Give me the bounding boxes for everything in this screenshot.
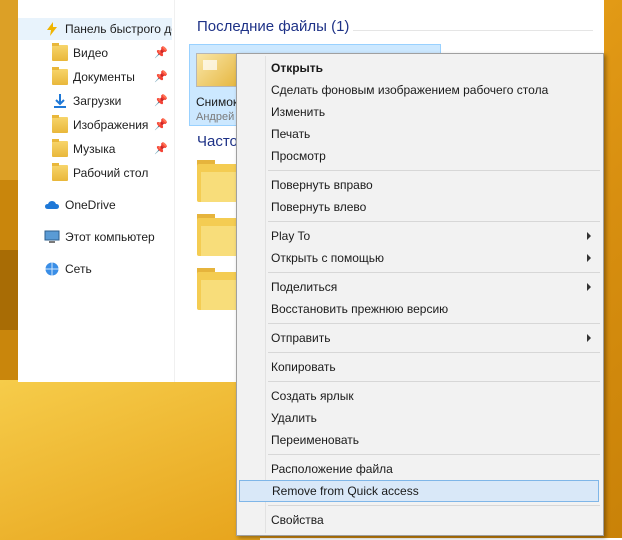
menu-item-edit[interactable]: Изменить	[237, 101, 603, 123]
menu-separator	[268, 505, 600, 506]
video-folder-icon	[52, 43, 68, 61]
nav-item-documents[interactable]: Документы 📌	[52, 66, 172, 88]
recent-files-header[interactable]: Последние файлы (1)	[197, 18, 349, 35]
menu-separator	[268, 352, 600, 353]
recent-file-author: Андрей	[196, 111, 235, 123]
menu-item-create-shortcut[interactable]: Создать ярлык	[237, 385, 603, 407]
section-divider	[353, 30, 593, 31]
menu-item-set-wallpaper[interactable]: Сделать фоновым изображением рабочего ст…	[237, 79, 603, 101]
downloads-folder-icon	[52, 93, 68, 109]
nav-item-label: Изображения	[73, 118, 149, 132]
menu-item-copy[interactable]: Копировать	[237, 356, 603, 378]
menu-item-label: Печать	[271, 127, 311, 141]
cloud-icon	[44, 197, 60, 213]
frequent-folders-header[interactable]: Часто	[197, 133, 238, 150]
menu-item-remove-quick-access[interactable]: Remove from Quick access	[239, 480, 599, 502]
menu-item-properties[interactable]: Свойства	[237, 509, 603, 531]
pin-icon: 📌	[154, 119, 168, 131]
documents-folder-icon	[52, 67, 68, 85]
menu-item-play-to[interactable]: Play To	[237, 225, 603, 247]
wallpaper-shape	[0, 250, 18, 330]
pin-icon: 📌	[154, 95, 168, 107]
menu-item-label: Удалить	[271, 411, 317, 425]
menu-item-label: Переименовать	[271, 433, 359, 447]
menu-item-label: Создать ярлык	[271, 389, 354, 403]
menu-separator	[268, 272, 600, 273]
wallpaper-shape	[0, 0, 18, 180]
menu-item-file-location[interactable]: Расположение файла	[237, 458, 603, 480]
menu-item-label: Отправить	[271, 331, 331, 345]
nav-quick-access[interactable]: Панель быстрого до	[18, 18, 172, 40]
nav-item-this-pc[interactable]: Этот компьютер	[44, 226, 155, 248]
menu-separator	[268, 170, 600, 171]
menu-item-label: Remove from Quick access	[272, 484, 419, 498]
computer-icon	[44, 229, 60, 245]
menu-item-label: Сделать фоновым изображением рабочего ст…	[271, 83, 549, 97]
menu-item-open[interactable]: Открыть	[237, 57, 603, 79]
music-folder-icon	[52, 139, 68, 157]
menu-item-label: Просмотр	[271, 149, 326, 163]
pin-icon: 📌	[154, 143, 168, 155]
wallpaper-shape	[0, 380, 260, 540]
nav-item-label: Загрузки	[73, 94, 122, 108]
nav-item-label: OneDrive	[65, 198, 116, 212]
menu-item-label: Копировать	[271, 360, 336, 374]
nav-item-label: Сеть	[65, 262, 92, 276]
submenu-arrow-icon	[587, 283, 591, 291]
menu-item-send-to[interactable]: Отправить	[237, 327, 603, 349]
menu-item-label: Восстановить прежнюю версию	[271, 302, 449, 316]
submenu-arrow-icon	[587, 232, 591, 240]
nav-item-pictures[interactable]: Изображения 📌	[52, 114, 172, 136]
menu-item-share[interactable]: Поделиться	[237, 276, 603, 298]
nav-item-label: Документы	[73, 70, 135, 84]
menu-item-label: Повернуть влево	[271, 200, 367, 214]
menu-item-delete[interactable]: Удалить	[237, 407, 603, 429]
menu-item-rotate-left[interactable]: Повернуть влево	[237, 196, 603, 218]
desktop-folder-icon	[52, 163, 68, 181]
submenu-arrow-icon	[587, 334, 591, 342]
nav-item-label: Этот компьютер	[65, 230, 155, 244]
menu-item-preview[interactable]: Просмотр	[237, 145, 603, 167]
menu-item-rotate-right[interactable]: Повернуть вправо	[237, 174, 603, 196]
nav-item-label: Рабочий стол	[73, 166, 149, 180]
menu-item-restore-version[interactable]: Восстановить прежнюю версию	[237, 298, 603, 320]
nav-item-network[interactable]: Сеть	[44, 258, 92, 280]
menu-item-label: Изменить	[271, 105, 326, 119]
context-menu: Открыть Сделать фоновым изображением раб…	[236, 53, 604, 536]
nav-item-onedrive[interactable]: OneDrive	[44, 194, 116, 216]
navigation-pane: Панель быстрого до Видео 📌 Документы 📌 З…	[18, 0, 175, 382]
nav-item-label: Музыка	[73, 142, 116, 156]
pictures-folder-icon	[52, 115, 68, 133]
menu-item-open-with[interactable]: Открыть с помощью	[237, 247, 603, 269]
nav-quick-access-label: Панель быстрого до	[65, 22, 172, 36]
menu-separator	[268, 221, 600, 222]
menu-separator	[268, 381, 600, 382]
recent-file-name: Снимок	[196, 95, 239, 109]
lightning-icon	[44, 21, 60, 37]
network-icon	[44, 261, 60, 277]
nav-item-downloads[interactable]: Загрузки 📌	[52, 90, 172, 112]
menu-separator	[268, 454, 600, 455]
menu-item-label: Расположение файла	[271, 462, 393, 476]
pin-icon: 📌	[154, 47, 168, 59]
menu-item-label: Открыть	[271, 61, 324, 75]
menu-item-label: Повернуть вправо	[271, 178, 373, 192]
menu-separator	[268, 323, 600, 324]
menu-item-label: Открыть с помощью	[271, 251, 385, 265]
menu-item-label: Свойства	[271, 513, 324, 527]
nav-item-video[interactable]: Видео 📌	[52, 42, 172, 64]
menu-item-rename[interactable]: Переименовать	[237, 429, 603, 451]
menu-item-label: Play To	[271, 229, 311, 243]
nav-item-desktop[interactable]: Рабочий стол	[52, 162, 172, 184]
submenu-arrow-icon	[587, 254, 591, 262]
pin-icon: 📌	[154, 71, 168, 83]
nav-item-label: Видео	[73, 46, 109, 60]
menu-item-label: Поделиться	[271, 280, 338, 294]
menu-item-print[interactable]: Печать	[237, 123, 603, 145]
nav-item-music[interactable]: Музыка 📌	[52, 138, 172, 160]
